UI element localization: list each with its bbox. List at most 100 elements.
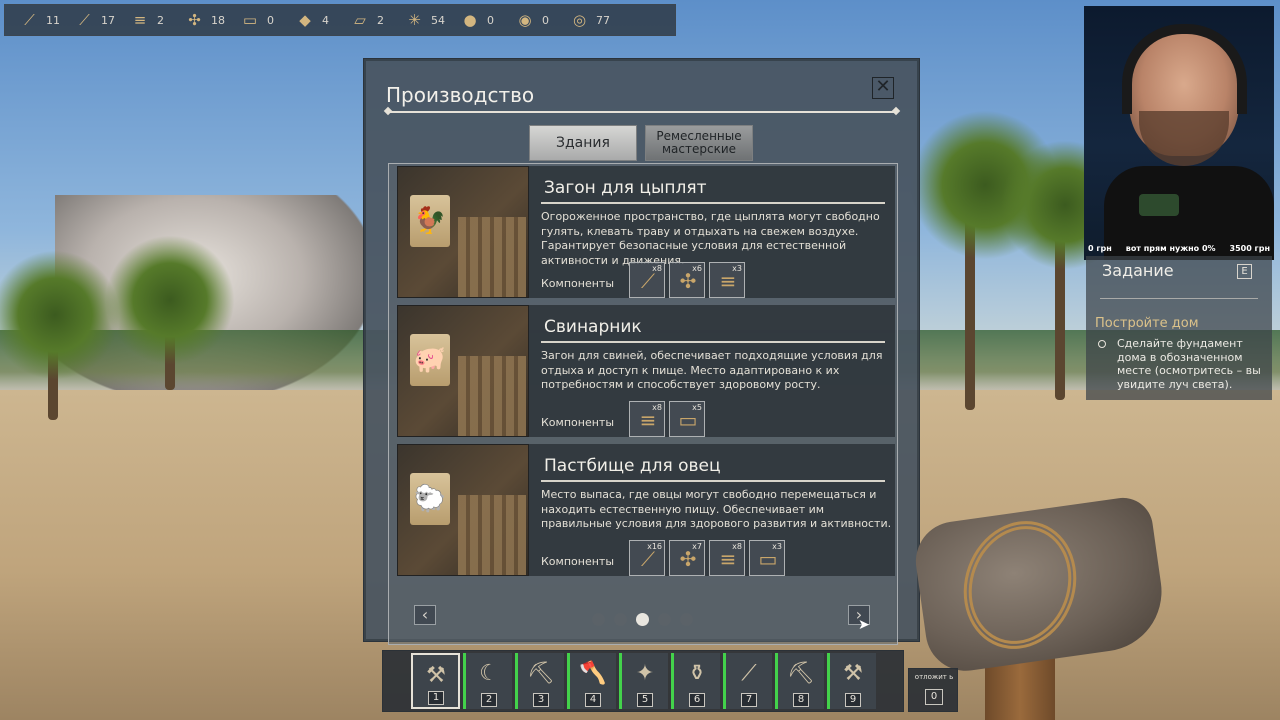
resource-count: 77 <box>596 13 610 27</box>
resource-count: 0 <box>542 13 549 27</box>
jug-icon: ⚱ <box>687 661 707 686</box>
hoe-icon: ⟋ <box>741 661 757 686</box>
donation-label: вот прям нужно 0% <box>1125 244 1216 253</box>
pig-sign-icon: 🐖 <box>410 334 450 386</box>
mouse-cursor-icon: ➤ <box>858 617 870 633</box>
component-slot: ≡ x8 <box>629 401 665 437</box>
resource-item: ⟋ 17 <box>60 6 115 34</box>
hotbar-slot-number: 8 <box>793 693 809 707</box>
bark-icon: ◆ <box>299 11 311 29</box>
axe-icon: 🪓 <box>579 661 607 686</box>
seed-bag-icon: ✦ <box>635 661 655 686</box>
building-card-chicken-pen[interactable]: 🐓 Загон для цыплят Огороженное пространс… <box>397 166 895 298</box>
close-button[interactable]: ✕ <box>872 77 894 99</box>
resource-item: ✣ 18 <box>170 6 225 34</box>
hotbar-slot-3[interactable]: ⛏ 3 <box>515 653 564 709</box>
building-card-sheep-pasture[interactable]: 🐑 Пастбище для овец Место выпаса, где ов… <box>397 444 895 576</box>
component-quantity: x5 <box>692 403 702 412</box>
donation-goal-bar: 0 грн вот прям нужно 0% 3500 грн <box>1084 244 1274 253</box>
hotbar-slot-number: 1 <box>428 691 444 705</box>
component-slot: ⟋ x8 <box>629 262 665 298</box>
stone-hammer-icon: ⚒ <box>426 663 446 688</box>
fence-posts <box>458 356 526 436</box>
card-divider <box>541 202 885 204</box>
resource-item: ◉ 0 <box>500 6 555 34</box>
leaf-icon: ✳ <box>408 11 421 29</box>
quest-goal: Постройте дом <box>1095 316 1199 331</box>
component-slot: ✣ x7 <box>669 540 705 576</box>
resource-count: 4 <box>322 13 329 27</box>
building-preview-image: 🐖 <box>397 305 529 437</box>
component-quantity: x7 <box>692 542 702 551</box>
headphones-icon <box>1122 24 1247 114</box>
production-panel: Производство ✕ Здания Ремесленные мастер… <box>363 58 920 645</box>
quest-panel: Задание E Постройте дом Сделайте фундаме… <box>1086 256 1272 400</box>
tab-buildings[interactable]: Здания <box>529 125 637 161</box>
pickaxe-icon: ⛏ <box>527 661 555 686</box>
card-divider <box>541 341 885 343</box>
quest-title: Задание <box>1102 261 1174 280</box>
component-quantity: x3 <box>772 542 782 551</box>
building-preview-image: 🐑 <box>397 444 529 576</box>
page-dot[interactable] <box>614 613 627 626</box>
resource-count: 0 <box>267 13 274 27</box>
component-slot: ≡ x3 <box>709 262 745 298</box>
card-description: Загон для свиней, обеспечивает подходящи… <box>541 349 883 391</box>
card-body: Пастбище для овец Место выпаса, где овцы… <box>529 444 895 576</box>
card-description: Огороженное пространство, где цыплята мо… <box>541 210 880 267</box>
resource-item: ◎ 77 <box>555 6 610 34</box>
hotbar-slot-2[interactable]: ☾ 2 <box>463 653 512 709</box>
component-quantity: x3 <box>732 264 742 273</box>
stone-icon: ● <box>463 11 477 29</box>
sheep-sign-icon: 🐑 <box>410 473 450 525</box>
building-preview-image: 🐓 <box>397 166 529 298</box>
hotbar-slot-5[interactable]: ✦ 5 <box>619 653 668 709</box>
stick-icon: ⟋ <box>24 11 35 29</box>
page-dot[interactable] <box>592 613 605 626</box>
drop-slot[interactable]: отложит ь 0 <box>908 668 958 712</box>
webcam-beard <box>1139 111 1229 166</box>
hotbar: ⚒ 1 ☾ 2 ⛏ 3 🪓 4 ✦ 5 ⚱ 6 ⟋ 7 ⛏ 8 ⚒ 9 <box>382 650 904 712</box>
hotbar-slot-7[interactable]: ⟋ 7 <box>723 653 772 709</box>
resource-count: 2 <box>157 13 164 27</box>
hotbar-slot-1[interactable]: ⚒ 1 <box>411 653 460 709</box>
component-quantity: x8 <box>652 403 662 412</box>
building-card-pigsty[interactable]: 🐖 Свинарник Загон для свиней, обеспечива… <box>397 305 895 437</box>
hotbar-slot-number: 6 <box>689 693 705 707</box>
component-slot: ⟋ x16 <box>629 540 665 576</box>
page-indicator <box>592 613 693 626</box>
hotbar-slot-4[interactable]: 🪓 4 <box>567 653 616 709</box>
tab-craft-workshops[interactable]: Ремесленные мастерские <box>645 125 753 161</box>
resource-item: ◆ 4 <box>280 6 335 34</box>
components-label: Компоненты <box>541 555 615 568</box>
donation-current: 0 грн <box>1088 244 1112 253</box>
component-slot: ✣ x6 <box>669 262 705 298</box>
resource-bar: ⟋ 11 ⟋ 17 ≡ 2 ✣ 18 ▭ 0 ◆ 4 ▱ 2 ✳ 54 ● 0 ◉ 0 ◎ 77 <box>4 4 676 36</box>
hotbar-slot-number: 4 <box>585 693 601 707</box>
resource-count: 54 <box>431 13 445 27</box>
component-slot: ▭ x5 <box>669 401 705 437</box>
components-list: ⟋ x16 ✣ x7 ≡ x8 ▭ x3 <box>629 540 785 576</box>
page-dot[interactable] <box>658 613 671 626</box>
page-dot[interactable] <box>680 613 693 626</box>
panel-title: Производство <box>386 83 535 107</box>
card-body: Загон для цыплят Огороженное пространств… <box>529 166 895 298</box>
hotbar-slot-number: 3 <box>533 693 549 707</box>
components-label: Компоненты <box>541 277 615 290</box>
page-dot[interactable] <box>636 613 649 626</box>
fence-posts <box>458 495 526 575</box>
quest-hotkey: E <box>1237 264 1252 279</box>
hotbar-slot-9[interactable]: ⚒ 9 <box>827 653 876 709</box>
hotbar-slot-6[interactable]: ⚱ 6 <box>671 653 720 709</box>
prev-page-button[interactable]: ‹ <box>414 605 436 625</box>
components-list: ⟋ x8 ✣ x6 ≡ x3 <box>629 262 745 298</box>
resource-count: 2 <box>377 13 384 27</box>
hotbar-slot-number: 2 <box>481 693 497 707</box>
hotbar-slot-8[interactable]: ⛏ 8 <box>775 653 824 709</box>
resource-count: 18 <box>211 13 225 27</box>
component-slot: ≡ x8 <box>709 540 745 576</box>
component-quantity: x16 <box>647 542 662 551</box>
card-title: Загон для цыплят <box>544 178 707 198</box>
card-description: Место выпаса, где овцы могут свободно пе… <box>541 488 892 530</box>
component-quantity: x6 <box>692 264 702 273</box>
